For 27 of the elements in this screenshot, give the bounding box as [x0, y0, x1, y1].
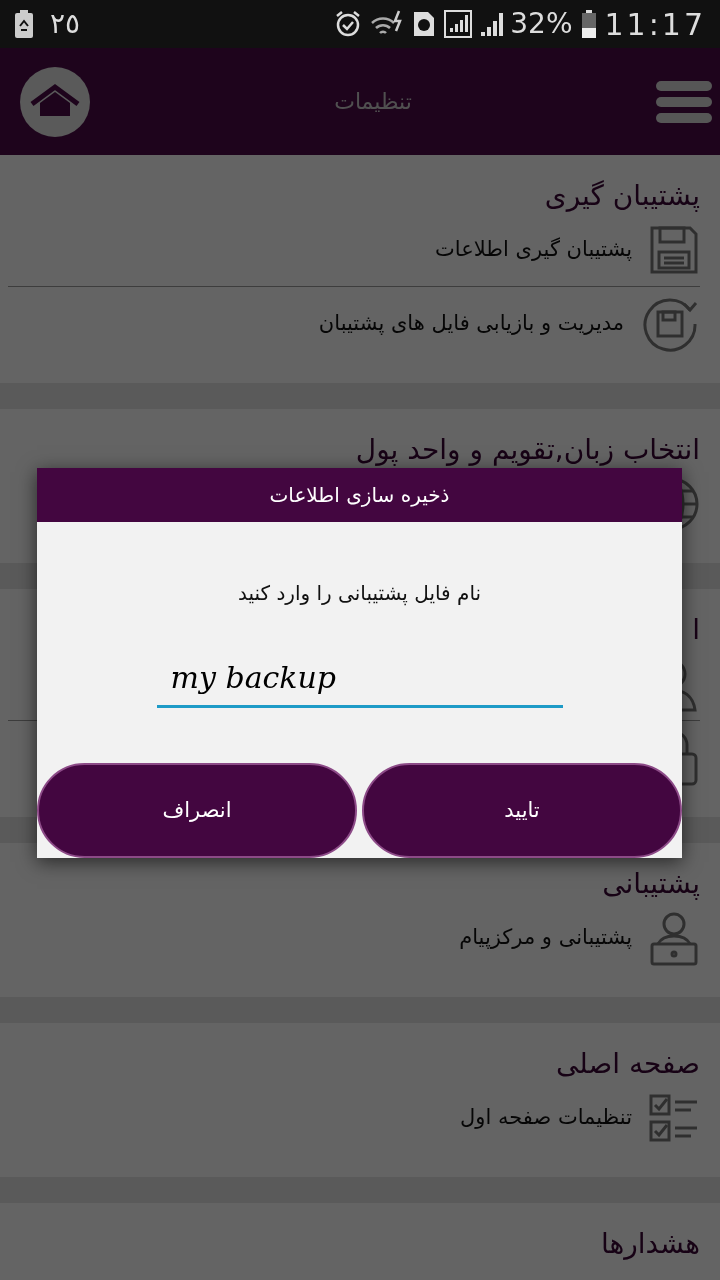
dialog-prompt: نام فایل پشتیبانی را وارد کنید — [237, 580, 482, 608]
section-title: صفحه اصلی — [554, 1047, 700, 1081]
support-icon — [648, 910, 700, 966]
battery-saver-icon — [14, 10, 34, 38]
screen-title: تنظیمات — [334, 88, 412, 116]
home-icon[interactable] — [20, 66, 90, 137]
section-title: هشدارها — [599, 1227, 700, 1261]
signal-icon — [444, 10, 473, 38]
input-field[interactable]: my backup — [156, 650, 563, 708]
menu-icon[interactable] — [656, 80, 712, 123]
battery-icon — [580, 10, 597, 38]
dialog-title: ذخیره سازی اطلاعات — [269, 482, 450, 509]
dialog-button[interactable]: تایید — [362, 763, 682, 858]
settings-item[interactable]: پشتیبان گیری اطلاعات — [435, 233, 632, 266]
section-title: انتخاب زبان,تقویم و واحد پول — [354, 433, 700, 467]
settings-item[interactable]: پشتیبانی و مرکزپیام — [459, 922, 632, 954]
clock-text: 11:17 — [604, 5, 706, 44]
checklist-icon — [648, 1092, 700, 1144]
date-text: ٢٥ — [50, 6, 81, 42]
battery-percent-text: 32% — [510, 6, 573, 42]
sim-icon — [412, 10, 437, 38]
settings-item[interactable]: تنظیمات صفحه اول — [460, 1102, 632, 1134]
section-title: ا — [691, 613, 700, 647]
section-title: پشتیبان گیری — [543, 179, 700, 213]
settings-item[interactable]: مدیریت و بازیابی فایل های پشتیبان — [318, 308, 624, 340]
section-title: پشتیبانی — [601, 867, 700, 901]
dialog-button[interactable]: انصراف — [37, 763, 357, 858]
